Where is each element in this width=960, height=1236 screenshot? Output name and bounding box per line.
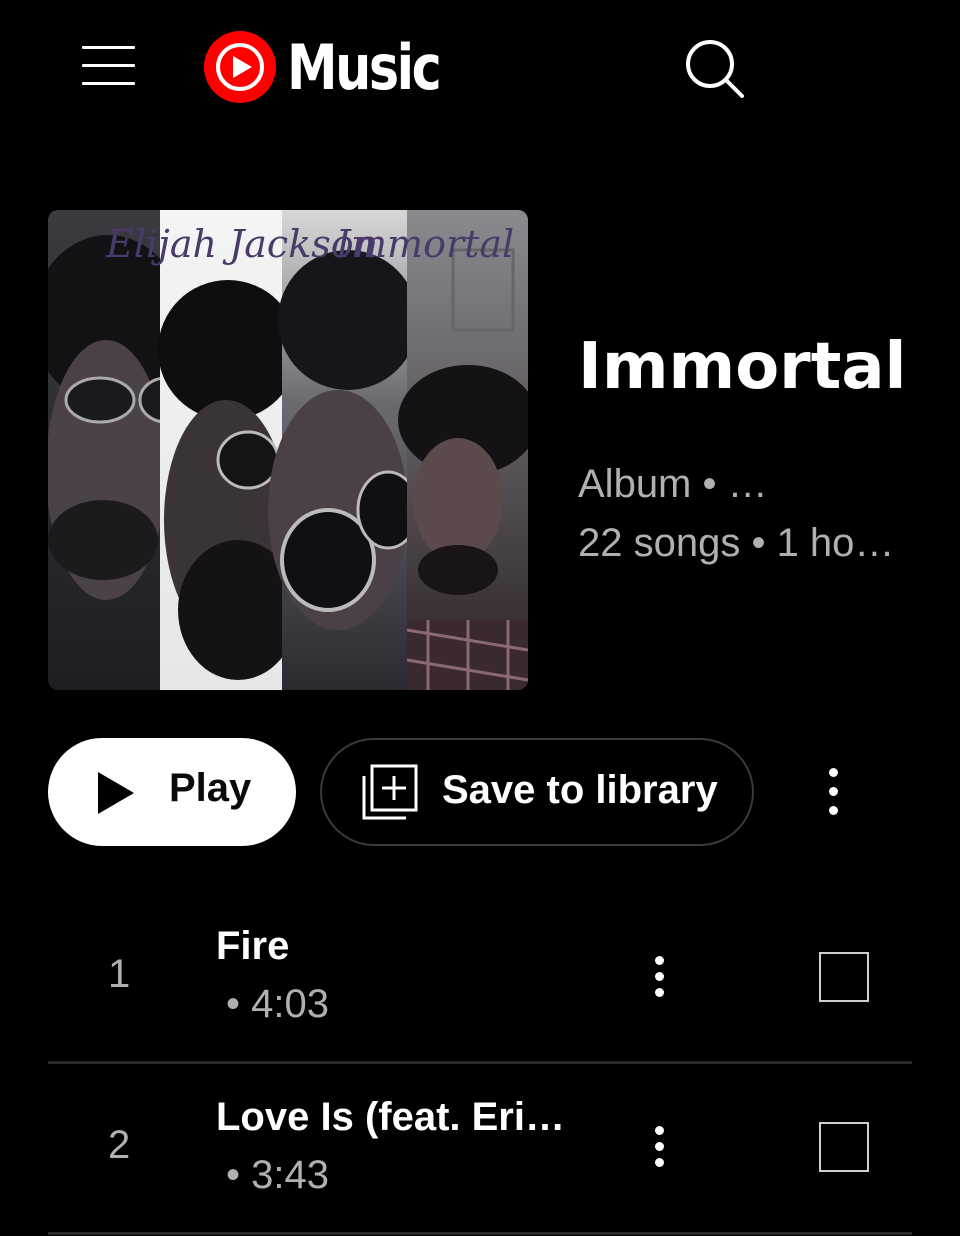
album-stats-line: 22 songs • 1 ho… xyxy=(578,521,895,565)
track-row[interactable]: 1 Fire • 4:03 xyxy=(48,900,912,1070)
track-more-options-icon[interactable] xyxy=(638,1122,682,1178)
track-duration: • 4:03 xyxy=(226,982,329,1026)
more-vertical-icon[interactable] xyxy=(804,760,864,824)
cover-title-text: Immortal xyxy=(336,222,515,266)
track-row[interactable]: 2 Love Is (feat. Eri… • 3:43 xyxy=(48,1065,912,1235)
track-number: 1 xyxy=(108,952,131,996)
play-button-label: Play xyxy=(169,766,252,810)
track-title: Love Is (feat. Eri… xyxy=(216,1095,565,1139)
track-select-checkbox[interactable] xyxy=(819,1122,869,1172)
track-duration: • 3:43 xyxy=(226,1153,329,1197)
youtube-music-logo-icon xyxy=(204,31,276,103)
track-title: Fire xyxy=(216,924,290,968)
track-more-options-icon[interactable] xyxy=(638,952,682,1008)
save-to-library-button[interactable]: Save to library xyxy=(320,738,754,846)
divider xyxy=(48,1232,912,1235)
album-title: Immortal xyxy=(578,330,907,404)
play-icon xyxy=(98,772,134,814)
track-select-checkbox[interactable] xyxy=(819,952,869,1002)
album-page: Music Elijah Jackson Immortal Immortal A… xyxy=(0,0,960,1236)
top-app-bar: Music xyxy=(0,0,960,140)
divider xyxy=(48,1061,912,1064)
save-to-library-label: Save to library xyxy=(442,768,718,812)
album-cover-image[interactable]: Elijah Jackson Immortal xyxy=(48,210,528,690)
app-name: Music xyxy=(287,30,442,104)
hamburger-menu-icon[interactable] xyxy=(74,38,142,94)
play-button[interactable]: Play xyxy=(48,738,296,846)
track-number: 2 xyxy=(108,1123,131,1167)
album-type-line[interactable]: Album • … xyxy=(578,462,768,507)
library-add-icon xyxy=(362,764,418,820)
app-logo[interactable]: Music xyxy=(203,29,473,105)
search-icon[interactable] xyxy=(680,34,746,100)
